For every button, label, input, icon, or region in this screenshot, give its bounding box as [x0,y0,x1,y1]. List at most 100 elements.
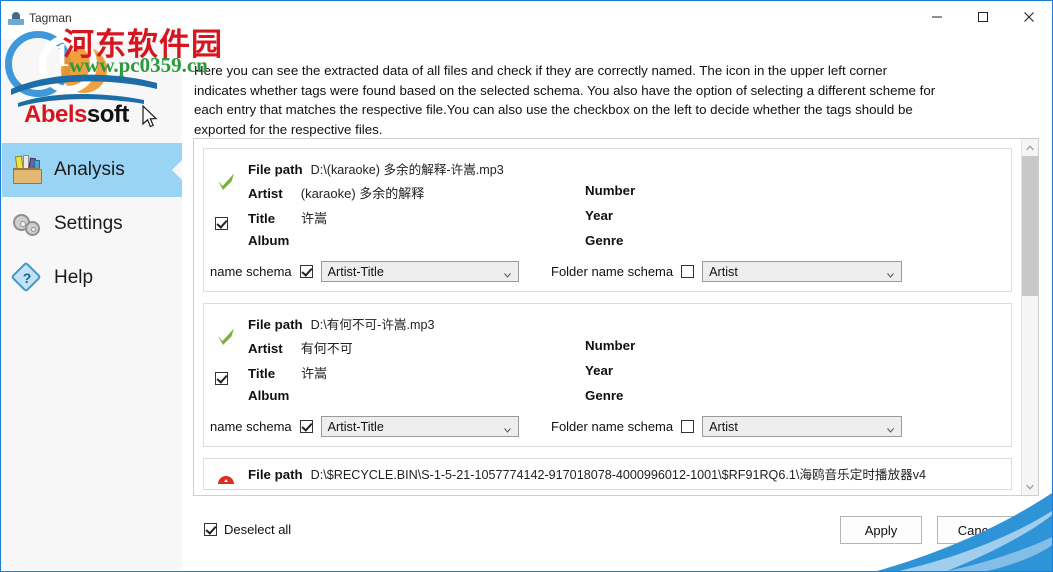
cancel-button[interactable]: Cancel [937,516,1019,544]
folder-schema-value: Artist [709,264,738,279]
file-list-panel: File path D:\(karaoke) 多余的解释-许嵩.mp3 Arti… [193,138,1039,496]
field-file-path: File path D:\有何不可-许嵩.mp3 [248,314,435,333]
field-genre: Genre [585,388,631,403]
chevron-down-icon [887,268,895,278]
schema-row: name schema Artist-Title Folder name sch… [204,413,1011,446]
value-file-path: D:\有何不可-许嵩.mp3 [310,318,435,332]
folder-schema-dropdown[interactable]: Artist [702,416,903,437]
folder-schema-checkbox[interactable] [681,420,695,433]
sidebar-item-label-help: Help [54,267,94,288]
value-file-path: D:\$RECYCLE.BIN\S-1-5-21-1057774142-9170… [310,468,926,482]
sidebar-item-help[interactable]: ? Help [2,251,182,305]
sidebar-item-label-analysis: Analysis [54,159,125,180]
intro-text: Here you can see the extracted data of a… [194,63,936,137]
close-button[interactable] [1006,1,1052,33]
vertical-scrollbar[interactable] [1021,139,1038,495]
name-schema-dropdown[interactable]: Artist-Title [320,261,519,282]
label-file-path: File path [248,317,303,332]
gears-icon [12,209,42,239]
label-folder-name-schema: Folder name schema [551,419,674,434]
maximize-button[interactable] [960,1,1006,33]
minimize-button[interactable] [914,1,960,33]
chevron-down-icon [503,423,511,433]
chevron-down-icon [503,268,511,278]
folder-schema-dropdown[interactable]: Artist [702,261,903,282]
scroll-down-arrow-icon[interactable] [1022,478,1038,495]
footer-bar: Deselect all Apply Cancel [193,510,1039,556]
status-ok-check-icon [216,326,236,346]
name-schema-value: Artist-Title [327,419,384,434]
deselect-all-checkbox[interactable] [204,523,217,536]
label-genre: Genre [585,388,624,403]
folder-schema-value: Artist [709,419,738,434]
name-schema-checkbox[interactable] [299,265,313,278]
scroll-up-arrow-icon[interactable] [1022,139,1038,156]
value-file-path: D:\(karaoke) 多余的解释-许嵩.mp3 [310,163,504,177]
status-error-icon [216,468,236,488]
field-album: Album [248,388,297,403]
entry-select-checkbox[interactable] [215,217,228,230]
file-entry-card[interactable]: File path D:\有何不可-许嵩.mp3 Artist 有何不可 Tit… [203,303,1012,447]
label-number: Number [585,338,636,353]
name-schema-group: name schema Artist-Title [210,416,519,437]
name-schema-checkbox[interactable] [299,420,313,433]
file-entry-body: File path D:\(karaoke) 多余的解释-许嵩.mp3 Arti… [204,155,1011,258]
field-album: Album [248,233,297,248]
brand-logo-primary: Abels [24,101,87,128]
folder-schema-group: Folder name schema Artist [551,261,903,282]
chevron-down-icon [887,423,895,433]
field-artist: Artist 有何不可 [248,338,353,357]
file-entry-card[interactable]: File path D:\$RECYCLE.BIN\S-1-5-21-10577… [203,458,1012,490]
app-logo-icon [8,10,24,26]
main-content: Here you can see the extracted data of a… [182,39,1051,570]
name-schema-dropdown[interactable]: Artist-Title [320,416,519,437]
toolbox-icon [12,155,42,185]
entry-select-checkbox[interactable] [215,372,228,385]
label-title: Title [248,366,276,381]
label-artist: Artist [248,341,283,356]
mouse-cursor-icon [142,104,158,129]
label-folder-name-schema: Folder name schema [551,264,674,279]
brand-logo: Abelssoft [24,101,129,129]
label-number: Number [585,183,636,198]
field-year: Year [585,363,621,378]
value-title: 许嵩 [301,211,328,226]
field-year: Year [585,208,621,223]
sidebar-nav: Analysis Settings ? Help [2,143,182,305]
apply-button[interactable]: Apply [840,516,922,544]
scrollbar-thumb[interactable] [1022,156,1038,296]
sidebar-item-analysis[interactable]: Analysis [2,143,182,197]
label-file-path: File path [248,162,303,177]
title-bar-left: Tagman [1,1,72,29]
value-artist: 有何不可 [300,341,353,356]
field-title: Title 许嵩 [248,363,327,382]
brand-logo-secondary: soft [86,101,130,128]
label-artist: Artist [248,186,283,201]
question-diamond-icon: ? [10,261,42,293]
name-schema-value: Artist-Title [327,264,384,279]
label-year: Year [585,208,614,223]
brand-area: Abelssoft [2,39,182,141]
deselect-all-group[interactable]: Deselect all [204,522,291,537]
label-year: Year [585,363,614,378]
window-controls [914,1,1052,33]
field-file-path: File path D:\(karaoke) 多余的解释-许嵩.mp3 [248,159,504,178]
file-list: File path D:\(karaoke) 多余的解释-许嵩.mp3 Arti… [194,139,1021,495]
label-name-schema: name schema [210,419,292,434]
value-title: 许嵩 [301,366,328,381]
file-entry-body: File path D:\有何不可-许嵩.mp3 Artist 有何不可 Tit… [204,310,1011,413]
sidebar-item-settings[interactable]: Settings [2,197,182,251]
label-album: Album [248,233,290,248]
status-ok-check-icon [216,171,236,191]
label-file-path: File path [248,467,303,482]
field-artist: Artist (karaoke) 多余的解释 [248,183,424,202]
label-album: Album [248,388,290,403]
sidebar: Abelssoft Analysis Settings ? Help [2,39,183,570]
label-title: Title [248,211,276,226]
field-number: Number [585,183,643,198]
name-schema-group: name schema Artist-Title [210,261,519,282]
folder-schema-checkbox[interactable] [681,265,695,278]
field-file-path: File path D:\$RECYCLE.BIN\S-1-5-21-10577… [248,464,926,483]
title-bar: Tagman [1,1,1052,39]
file-entry-card[interactable]: File path D:\(karaoke) 多余的解释-许嵩.mp3 Arti… [203,148,1012,292]
